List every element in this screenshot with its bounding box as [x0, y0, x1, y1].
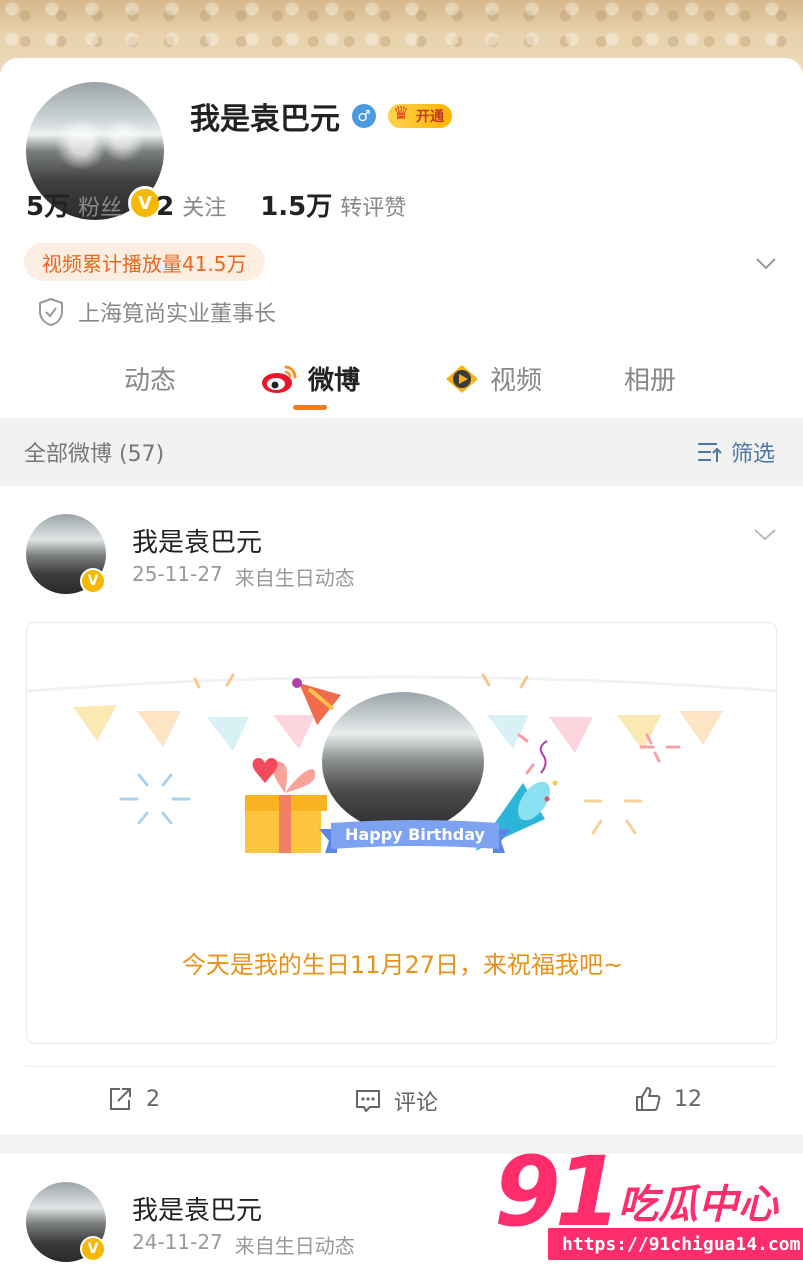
watermark-number: 91: [494, 1136, 622, 1248]
shield-icon: [39, 297, 63, 327]
tab-weibo[interactable]: 微博: [260, 360, 360, 397]
verified-v-icon: V: [80, 1236, 106, 1262]
video-play-icon: [446, 364, 478, 393]
stat-following[interactable]: 2 关注: [156, 190, 226, 222]
watermark-url: https://91chigua14.com: [548, 1228, 803, 1260]
share-icon: [110, 1088, 131, 1110]
chevron-down-icon[interactable]: [755, 252, 777, 274]
post-source: 来自生日动态: [234, 566, 355, 590]
tab-video-label: 视频: [490, 366, 543, 396]
like-count: 12: [674, 1086, 702, 1112]
post-author-name[interactable]: 我是袁巴元: [132, 522, 262, 559]
comment-icon: [356, 1090, 380, 1112]
certification-row: 上海筧尚实业董事长: [38, 296, 276, 328]
weibo-post: V 我是袁巴元 25-11-27 来自生日动态 Happy Birthday 今…: [0, 486, 803, 1134]
vip-open-badge[interactable]: 开通: [388, 103, 452, 128]
stat-following-num: 2: [156, 192, 175, 222]
tab-weibo-label: 微博: [308, 366, 361, 396]
profile-stats: 5万 粉丝 2 关注 1.5万 转评赞: [26, 186, 406, 223]
watermark-text: 吃瓜中心: [618, 1182, 778, 1228]
tab-album-label: 相册: [624, 366, 677, 396]
thumbs-up-icon: [636, 1087, 661, 1111]
post-meta: 25-11-27 来自生日动态: [132, 562, 355, 591]
birthday-avatar-photo: [319, 689, 487, 835]
comment-button[interactable]: 评论: [354, 1085, 438, 1117]
verified-v-icon: V: [80, 568, 106, 594]
tab-activity-label: 动态: [124, 366, 177, 396]
comment-label: 评论: [394, 1091, 439, 1116]
stat-followers[interactable]: 5万 粉丝: [26, 186, 122, 223]
weibo-logo-icon: [262, 365, 297, 393]
stat-following-label: 关注: [182, 196, 227, 221]
stat-followers-num: 5万: [26, 192, 71, 222]
profile-name-row: 我是袁巴元 ♂ 开通: [190, 96, 452, 137]
post-date: 25-11-27: [132, 562, 223, 586]
filter-icon: [697, 443, 722, 462]
like-button[interactable]: 12: [634, 1085, 702, 1113]
profile-tabs: 动态 微博 视频 相册: [0, 350, 803, 418]
filter-label: 筛选: [730, 442, 775, 467]
stat-interactions-num: 1.5万: [260, 192, 333, 222]
stat-interactions-label: 转评赞: [340, 196, 407, 221]
stat-followers-label: 粉丝: [78, 196, 123, 221]
watermark-logo: 91 吃瓜中心 https://91chigua14.com: [494, 1136, 803, 1270]
all-weibo-count: 全部微博 (57): [24, 442, 165, 467]
active-tab-indicator: [293, 405, 327, 410]
profile-name: 我是袁巴元: [190, 102, 340, 137]
post-action-bar: 2 评论 12: [26, 1066, 777, 1134]
tab-album[interactable]: 相册: [624, 360, 676, 397]
post-author-name[interactable]: 我是袁巴元: [132, 1190, 262, 1227]
post-more-chevron-icon[interactable]: [753, 522, 777, 546]
birthday-card[interactable]: Happy Birthday 今天是我的生日11月27日，来祝福我吧~: [26, 622, 777, 1044]
post-date: 24-11-27: [132, 1230, 223, 1254]
birthday-message: 今天是我的生日11月27日，来祝福我吧~: [181, 951, 624, 979]
video-plays-badge[interactable]: 视频累计播放量41.5万: [24, 243, 265, 281]
stat-interactions[interactable]: 1.5万 转评赞: [260, 186, 406, 223]
filter-bar: 全部微博 (57) 筛选: [0, 418, 803, 486]
happy-birthday-label: Happy Birthday: [345, 825, 485, 844]
tab-video[interactable]: 视频: [444, 360, 542, 397]
repost-count: 2: [146, 1086, 160, 1112]
filter-button[interactable]: 筛选: [697, 436, 775, 468]
repost-button[interactable]: 2: [106, 1085, 160, 1113]
male-gender-icon: ♂: [352, 104, 376, 128]
post-meta: 24-11-27 来自生日动态: [132, 1230, 355, 1259]
tab-activity[interactable]: 动态: [124, 360, 176, 397]
certification-text: 上海筧尚实业董事长: [78, 302, 277, 327]
post-source: 来自生日动态: [234, 1234, 355, 1258]
